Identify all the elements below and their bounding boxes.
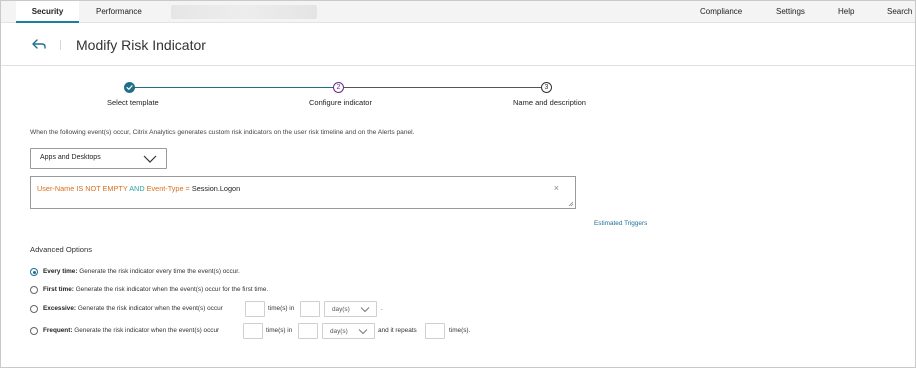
step-3-indicator: 3 [541,82,552,93]
step-2-label: Configure indicator [309,98,372,107]
excessive-period-input[interactable] [300,301,320,317]
option-first-time[interactable]: First time: Generate the risk indicator … [30,284,330,296]
blurred-region [171,5,317,19]
stepper-line-2 [344,87,541,88]
chevron-down-icon [358,329,368,335]
excessive-times-in-label: time(s) in [268,305,295,312]
page-title: Modify Risk Indicator [76,37,206,53]
nav-settings-link[interactable]: Settings [776,1,805,23]
option-every-time[interactable]: Every time: Generate the risk indicator … [30,266,330,278]
step-1-label: Select template [107,98,159,107]
frequent-unit-value: day(s) [330,328,348,335]
tab-security[interactable]: Security [16,1,79,23]
excessive-period-mark: . [381,305,383,312]
radio-frequent[interactable] [30,327,38,335]
header-divider [60,40,61,50]
frequent-times-in-label: time(s) in [266,327,293,334]
frequent-repeat-input[interactable] [425,323,445,339]
step-3-label: Name and description [513,98,586,107]
query-text: User-Name IS NOT EMPTY AND Event-Type = … [37,184,240,193]
option-every-time-label: Every time: Generate the risk indicator … [43,268,240,275]
back-arrow-icon[interactable] [31,37,47,51]
query-condition-2: Event-Type = [146,184,190,193]
query-operator: AND [129,184,145,193]
page-header: Modify Risk Indicator [1,23,915,66]
step-2-indicator: 2 [333,82,344,93]
nav-help-link[interactable]: Help [838,1,854,23]
frequent-count-input[interactable] [243,323,263,339]
chevron-down-icon [360,307,370,313]
query-condition-1: User-Name IS NOT EMPTY [37,184,128,193]
frequent-unit-select[interactable]: day(s) [322,323,375,339]
excessive-unit-select[interactable]: day(s) [324,301,377,317]
query-editor[interactable]: User-Name IS NOT EMPTY AND Event-Type = … [30,176,576,209]
frequent-repeats-label: and it repeats [378,327,417,334]
estimated-triggers-link[interactable]: Estimated Triggers [594,220,647,227]
radio-first-time[interactable] [30,286,38,294]
chevron-down-icon [143,155,157,163]
source-select-value: Apps and Desktops [40,154,101,161]
radio-excessive[interactable] [30,305,38,313]
advanced-options-heading: Advanced Options [30,245,93,254]
nav-search-link[interactable]: Search [887,1,912,23]
option-excessive[interactable]: Excessive: Generate the risk indicator w… [30,303,250,315]
resize-grip-icon[interactable] [568,201,574,207]
option-first-time-label: First time: Generate the risk indicator … [43,286,269,293]
tab-performance[interactable]: Performance [96,1,142,23]
clear-query-icon[interactable]: × [554,183,559,193]
top-nav: Security Performance Compliance Settings… [1,1,915,23]
option-frequent[interactable]: Frequent: Generate the risk indicator wh… [30,325,245,337]
step-1-check-icon [124,82,135,93]
frequent-period-input[interactable] [298,323,318,339]
query-value: Session.Logon [191,184,241,193]
option-excessive-label: Excessive: Generate the risk indicator w… [43,305,223,312]
excessive-unit-value: day(s) [332,306,350,313]
intro-text: When the following event(s) occur, Citri… [30,129,415,136]
frequent-times-label: time(s). [449,327,471,334]
excessive-count-input[interactable] [245,301,265,317]
stepper-line-1 [135,87,333,88]
option-frequent-label: Frequent: Generate the risk indicator wh… [43,327,220,334]
nav-compliance-link[interactable]: Compliance [700,1,742,23]
radio-every-time[interactable] [30,268,38,276]
source-select[interactable]: Apps and Desktops [30,148,167,169]
